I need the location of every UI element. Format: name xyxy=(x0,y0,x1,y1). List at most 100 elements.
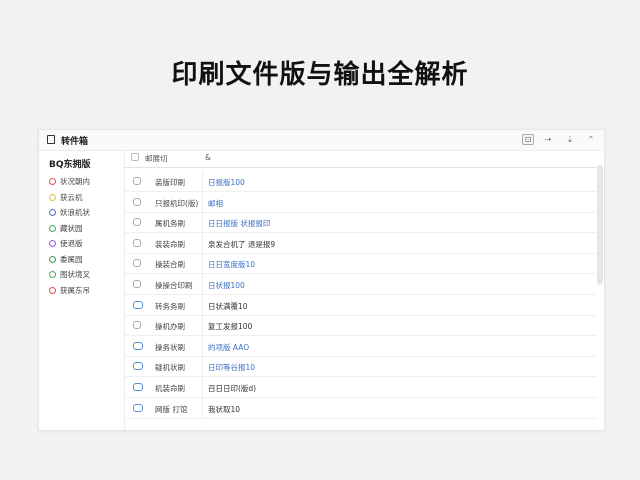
sidebar-item-label: 状况朝内 xyxy=(60,177,90,186)
sidebar-item-label: 获属东吊 xyxy=(60,285,90,295)
sidebar-title: BQ东拥版 xyxy=(49,160,91,170)
table-row[interactable]: 操机办刷 复工发报100 xyxy=(125,315,597,337)
sidebar-item[interactable]: 藏状园 xyxy=(49,223,83,235)
column-divider xyxy=(202,335,203,356)
header-col-name: 邮展切 xyxy=(145,154,168,163)
sidebar: BQ东拥版 状况朝内获云机妖浪机状藏状园使退版委属园图状境叉获属东吊 xyxy=(39,151,125,430)
table-row[interactable]: 疑机状刷 日印等谷报10 xyxy=(125,356,597,378)
column-divider xyxy=(202,191,203,212)
table-row[interactable]: 操操合印刷 日状报100 xyxy=(125,274,597,295)
row-value: 日状报100 xyxy=(208,281,245,290)
column-divider xyxy=(202,315,203,336)
status-dot-icon xyxy=(49,271,56,278)
row-checkbox[interactable] xyxy=(133,259,141,268)
table-row[interactable]: 操务状刷 的项版 AAO xyxy=(125,335,597,357)
column-divider xyxy=(202,171,203,191)
row-value: 召日日印(版d) xyxy=(208,384,257,393)
row-name: 只报机印(版) xyxy=(155,198,199,208)
sidebar-item[interactable]: 妖浪机状 xyxy=(49,207,90,219)
row-checkbox[interactable] xyxy=(133,197,141,206)
row-value: 邮相 xyxy=(208,198,223,208)
column-divider xyxy=(202,294,203,315)
status-dot-icon xyxy=(49,209,56,216)
row-checkbox[interactable] xyxy=(133,341,143,350)
sidebar-item-label: 使退版 xyxy=(60,239,83,248)
row-name: 装装命刷 xyxy=(155,239,185,249)
table-row[interactable]: 网版 打馆 我状取10 xyxy=(125,397,597,419)
select-all-checkbox[interactable] xyxy=(131,153,139,161)
page-headline: 印刷文件版与输出全解析 xyxy=(171,60,469,90)
row-checkbox[interactable] xyxy=(133,218,141,227)
row-checkbox[interactable] xyxy=(133,403,143,412)
status-dot-icon xyxy=(49,240,56,247)
table-row[interactable]: 装装命刷 泉发合机了 退是报9 xyxy=(125,232,597,254)
main-panel: 邮展切 & 装版印刷 日报版100 只报机印(版) 邮相属机务刷 日日报版 状报报印装装… xyxy=(125,151,604,430)
status-dot-icon xyxy=(49,178,56,185)
row-name: 操装合刷 xyxy=(155,260,185,270)
row-value: 的项版 AAO xyxy=(208,342,250,352)
sidebar-item[interactable]: 委属园 xyxy=(49,254,83,266)
row-checkbox[interactable] xyxy=(133,300,143,309)
row-value: 日状满覆10 xyxy=(208,301,248,311)
table-row[interactable]: 转务务刷 日状满覆10 xyxy=(125,294,597,316)
row-name: 机装命刷 xyxy=(155,384,185,393)
table-header: 邮展切 & xyxy=(125,151,597,168)
row-checkbox[interactable] xyxy=(133,383,143,391)
sidebar-item[interactable]: 图状境叉 xyxy=(49,269,90,281)
row-name: 网版 打馆 xyxy=(155,404,188,414)
sidebar-item-label: 委属园 xyxy=(60,254,83,264)
table-row[interactable]: 只报机印(版) 邮相 xyxy=(125,191,597,213)
scrollbar[interactable] xyxy=(597,165,603,285)
row-name: 属机务刷 xyxy=(155,219,185,229)
table-row[interactable]: 机装命刷 召日日印(版d) xyxy=(125,377,597,398)
column-divider xyxy=(202,397,203,418)
row-value: 复工发报100 xyxy=(208,322,253,332)
row-name: 操操合印刷 xyxy=(155,281,193,290)
sidebar-item-label: 藏状园 xyxy=(60,223,83,233)
row-value: 日日宽度版10 xyxy=(208,260,256,270)
row-name: 操务状刷 xyxy=(155,342,185,352)
row-value: 泉发合机了 退是报9 xyxy=(208,239,276,249)
app-icon xyxy=(47,135,55,144)
column-divider xyxy=(202,274,203,294)
download-icon[interactable]: ⇣ xyxy=(564,134,576,145)
title-bar: 转件箱 ⊡ ⇢ ⇣ ⌃ xyxy=(39,130,604,151)
row-checkbox[interactable] xyxy=(133,362,143,371)
status-dot-icon xyxy=(49,193,56,201)
column-divider xyxy=(202,356,203,377)
row-name: 操机办刷 xyxy=(155,322,185,332)
column-divider xyxy=(202,253,203,274)
row-name: 装版印刷 xyxy=(155,178,185,187)
table-row[interactable]: 属机务刷 日日报版 状报报印 xyxy=(125,212,597,234)
sidebar-item-label: 获云机 xyxy=(60,192,83,202)
window-title: 转件箱 xyxy=(61,137,89,147)
sidebar-item[interactable]: 获属东吊 xyxy=(49,285,90,297)
table-row[interactable]: 操装合刷 日日宽度版10 xyxy=(125,253,597,275)
header-col-value: & xyxy=(205,153,211,162)
row-checkbox[interactable] xyxy=(133,280,141,288)
row-value: 日日报版 状报报印 xyxy=(208,219,271,229)
column-divider xyxy=(202,212,203,233)
collapse-icon[interactable]: ⌃ xyxy=(585,134,597,145)
row-name: 疑机状刷 xyxy=(155,363,185,373)
row-value: 日印等谷报10 xyxy=(208,363,256,373)
save-icon[interactable]: ⊡ xyxy=(522,134,534,145)
forward-icon[interactable]: ⇢ xyxy=(542,134,554,145)
status-dot-icon xyxy=(49,224,56,232)
row-checkbox[interactable] xyxy=(133,321,141,330)
row-checkbox[interactable] xyxy=(133,177,141,185)
row-checkbox[interactable] xyxy=(133,238,141,247)
row-value: 日报版100 xyxy=(208,178,245,187)
table-row[interactable]: 装版印刷 日报版100 xyxy=(125,171,597,192)
status-dot-icon xyxy=(49,286,56,294)
column-divider xyxy=(202,377,203,397)
row-name: 转务务刷 xyxy=(155,301,185,311)
status-dot-icon xyxy=(49,255,56,263)
sidebar-item-label: 图状境叉 xyxy=(60,270,90,279)
sidebar-item[interactable]: 使退版 xyxy=(49,238,83,250)
app-window: 转件箱 ⊡ ⇢ ⇣ ⌃ BQ东拥版 状况朝内获云机妖浪机状藏状园使退版委属园图状… xyxy=(38,129,605,431)
sidebar-item-label: 妖浪机状 xyxy=(60,208,90,217)
sidebar-item[interactable]: 状况朝内 xyxy=(49,176,90,188)
column-divider xyxy=(202,232,203,253)
sidebar-item[interactable]: 获云机 xyxy=(49,192,83,204)
